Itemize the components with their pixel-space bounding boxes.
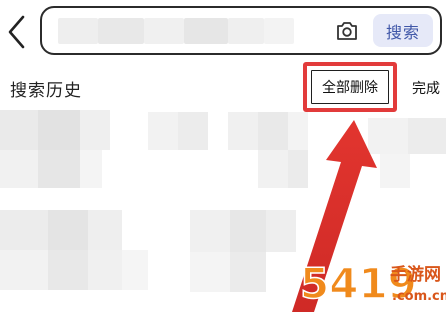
- camera-button[interactable]: [332, 17, 362, 45]
- back-button[interactable]: [4, 12, 30, 52]
- watermark-site: 手游网: [390, 264, 441, 285]
- done-button[interactable]: 完成: [412, 78, 440, 98]
- search-button[interactable]: 搜索: [373, 14, 433, 47]
- chevron-left-icon: [8, 15, 25, 49]
- search-history-title: 搜索历史: [10, 81, 82, 101]
- watermark-logo: 5419 手游网 .com.cn: [299, 258, 446, 309]
- watermark-domain: .com.cn: [392, 289, 446, 304]
- site-watermark: 5419 手游网 .com.cn: [298, 252, 446, 312]
- screen: 搜索 搜索历史 全部删除 完成 5419 手游网 .com.cn: [0, 0, 446, 312]
- delete-all-button[interactable]: 全部删除: [311, 70, 389, 104]
- search-box: 搜索: [40, 6, 442, 55]
- search-input[interactable]: [56, 17, 326, 44]
- camera-icon: [337, 22, 357, 40]
